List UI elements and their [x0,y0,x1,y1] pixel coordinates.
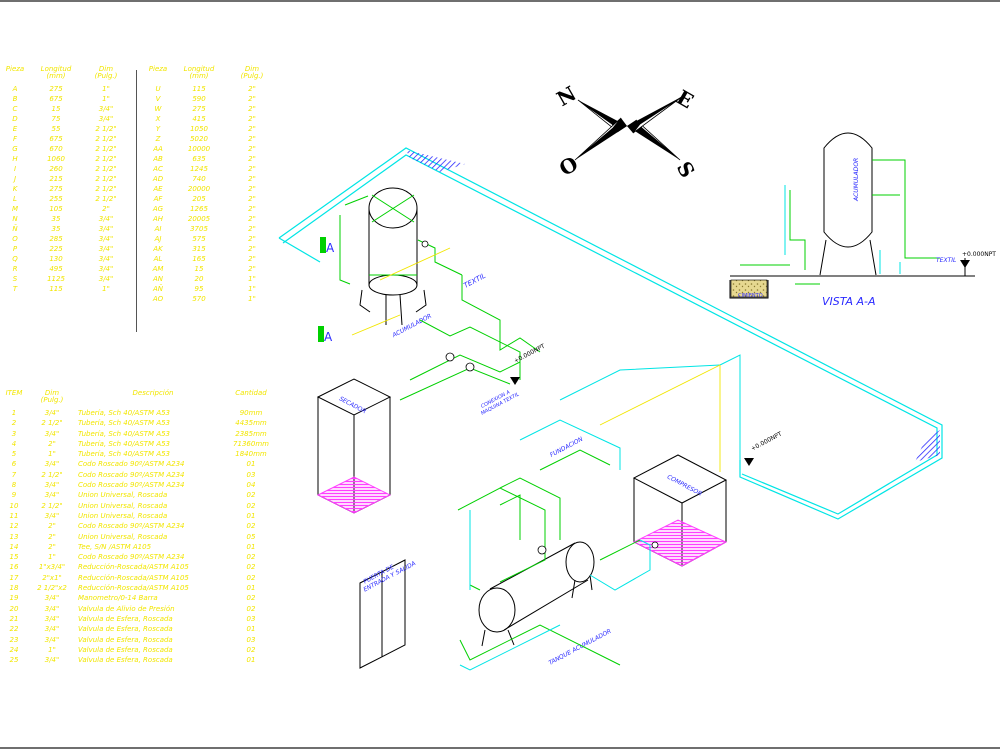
svg-text:+0.000NPT: +0.000NPT [750,430,784,452]
elevation-marker-3: +0.000NPT [960,251,996,276]
pipes-accumulator [339,195,541,401]
svg-text:+0.000NPT: +0.000NPT [513,343,547,365]
piping-drawing: N E O S ACUMULADOR TEXTIL A A SECADOR CO… [278,81,996,671]
dryer-box [316,378,392,514]
label-secador: SECADOR [338,395,367,415]
svg-text:+0.000NPT: +0.000NPT [962,251,996,258]
compass-e: E [672,85,697,113]
elevation-marker-2: +0.000NPT [744,430,783,466]
compass-rose: N E O S [552,81,699,182]
label-compresor: COMPRESOR [666,474,703,498]
horizontal-tank [478,541,595,647]
label-fundacion: FUNDACION [549,436,585,459]
svg-text:A: A [326,241,335,255]
label-textil-side: TEXTIL [936,257,956,264]
label-acumulador-side: ACUMULADOR [853,158,860,202]
compass-o: O [555,151,582,180]
compass-s: S [672,157,700,182]
compressor-box [632,454,728,567]
section-marker-a1: A [320,237,335,255]
svg-text:A: A [324,330,333,344]
label-textil-iso: TEXTIL [462,272,487,290]
elevation-marker-1: +0.000NPT [510,343,547,385]
vista-aa [729,132,975,299]
room-outline [278,147,943,520]
section-marker-a2: A [318,326,333,344]
compass-n: N [552,81,580,111]
vista-pipes [740,159,940,285]
label-cimiento: CIMIENTO [738,293,763,299]
hatch-corner-east [915,430,940,462]
hatch-corner-north [406,150,465,172]
vista-title: VISTA A-A [822,295,876,308]
vista-pipes-cyan [784,185,901,274]
accumulator-tank-iso [359,187,427,326]
